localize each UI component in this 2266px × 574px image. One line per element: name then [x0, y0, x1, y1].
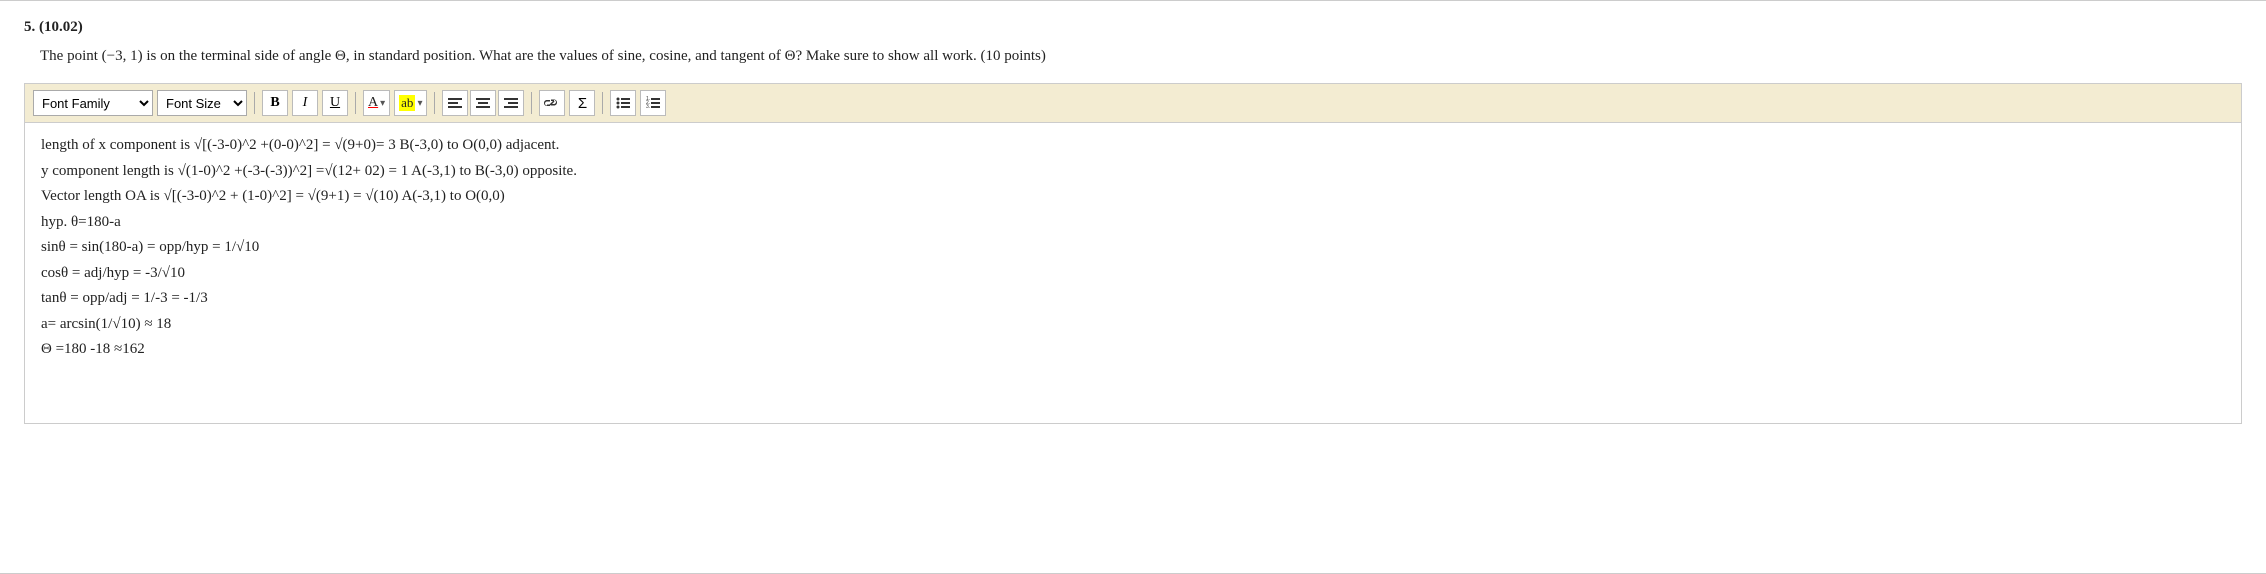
ordered-list-button[interactable]: 1. 2. 3.	[640, 90, 666, 116]
divider-1	[254, 92, 255, 114]
link-icon	[544, 96, 560, 110]
question-text: The point (−3, 1) is on the terminal sid…	[0, 42, 2266, 75]
editor-wrapper: Font Family Font Size B I U A ▾ ab ▾	[24, 83, 2242, 424]
unordered-list-button[interactable]	[610, 90, 636, 116]
content-line: sinθ = sin(180-a) = opp/hyp = 1/√10	[41, 235, 2225, 261]
align-left-icon	[448, 96, 462, 110]
font-color-label: A	[368, 95, 378, 111]
content-line: Θ =180 -18 ≈162	[41, 337, 2225, 363]
toolbar: Font Family Font Size B I U A ▾ ab ▾	[25, 84, 2241, 123]
divider-5	[602, 92, 603, 114]
align-center-button[interactable]	[470, 90, 496, 116]
content-line: y component length is √(1-0)^2 +(-3-(-3)…	[41, 159, 2225, 185]
divider-2	[355, 92, 356, 114]
font-family-select[interactable]: Font Family	[33, 90, 153, 116]
content-line: length of x component is √[(-3-0)^2 +(0-…	[41, 133, 2225, 159]
underline-button[interactable]: U	[322, 90, 348, 116]
align-right-button[interactable]	[498, 90, 524, 116]
unordered-list-icon	[616, 96, 630, 110]
align-center-icon	[476, 96, 490, 110]
ordered-list-icon: 1. 2. 3.	[646, 96, 660, 110]
content-line: hyp. θ=180-a	[41, 210, 2225, 236]
divider-4	[531, 92, 532, 114]
editor-content[interactable]: length of x component is √[(-3-0)^2 +(0-…	[25, 123, 2241, 423]
highlight-button[interactable]: ab ▾	[394, 90, 427, 116]
svg-text:3.: 3.	[646, 104, 650, 110]
italic-button[interactable]: I	[292, 90, 318, 116]
bold-button[interactable]: B	[262, 90, 288, 116]
content-line: Vector length OA is √[(-3-0)^2 + (1-0)^2…	[41, 184, 2225, 210]
question-header: 5. (10.02)	[0, 11, 2266, 42]
question-number: 5. (10.02)	[24, 19, 83, 35]
page-wrapper: 5. (10.02) The point (−3, 1) is on the t…	[0, 0, 2266, 574]
link-button[interactable]	[539, 90, 565, 116]
highlight-chevron-icon: ▾	[417, 98, 422, 109]
sigma-button[interactable]: Σ	[569, 90, 595, 116]
font-color-button[interactable]: A ▾	[363, 90, 390, 116]
font-color-chevron-icon: ▾	[380, 98, 385, 109]
divider-3	[434, 92, 435, 114]
content-line: a= arcsin(1/√10) ≈ 18	[41, 312, 2225, 338]
font-size-select[interactable]: Font Size	[157, 90, 247, 116]
highlight-label: ab	[399, 95, 415, 111]
content-line: tanθ = opp/adj = 1/-3 = -1/3	[41, 286, 2225, 312]
align-left-button[interactable]	[442, 90, 468, 116]
align-group	[442, 90, 524, 116]
content-line: cosθ = adj/hyp = -3/√10	[41, 261, 2225, 287]
align-right-icon	[504, 96, 518, 110]
